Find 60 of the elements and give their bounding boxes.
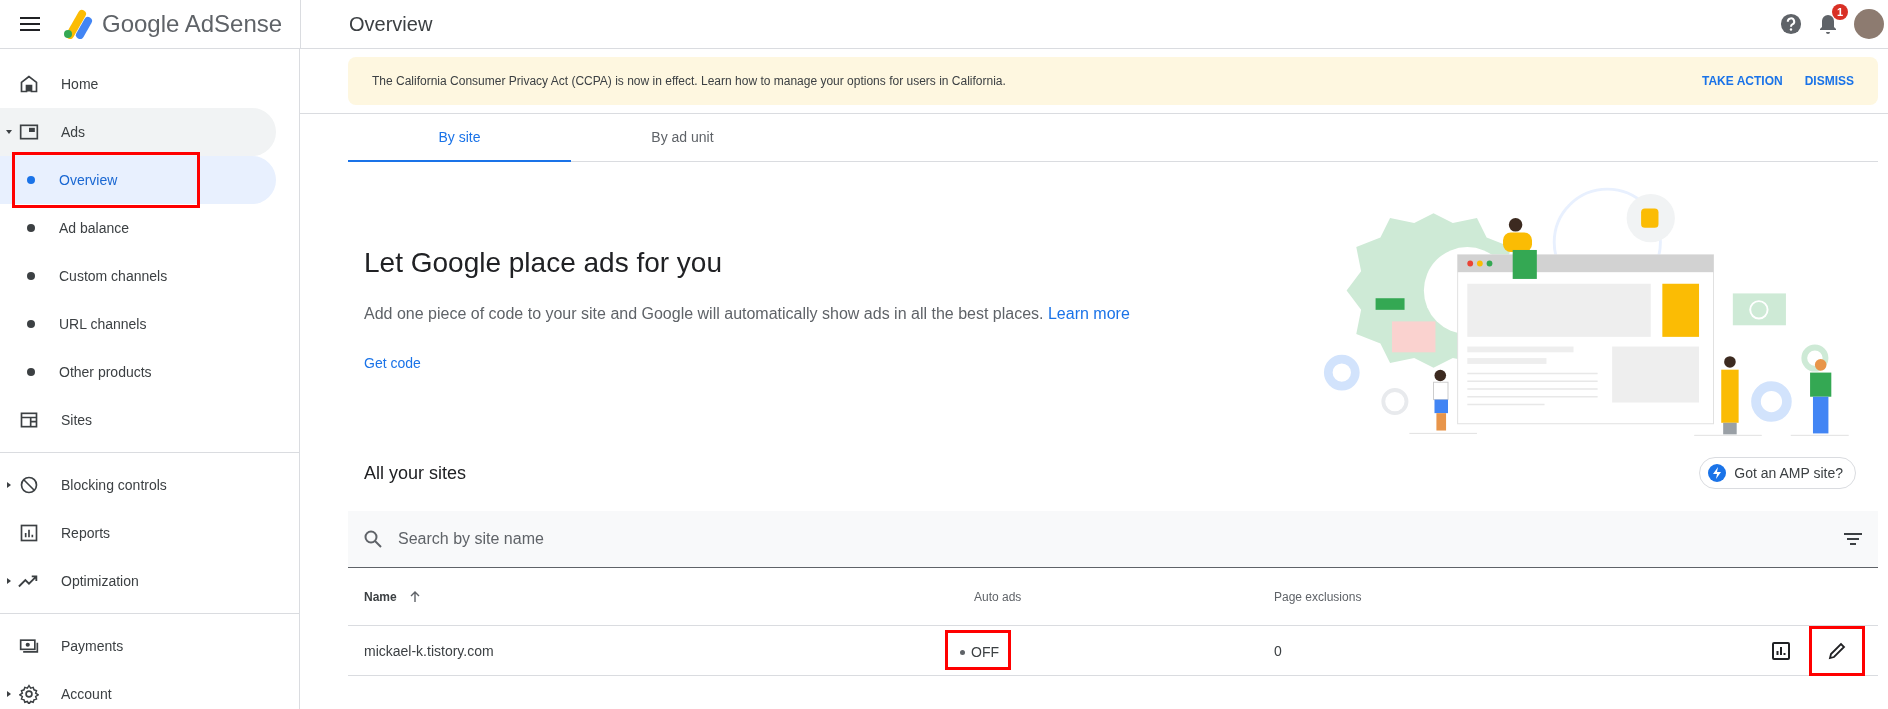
block-icon	[19, 475, 39, 495]
monitor-icon	[19, 122, 39, 142]
bullet-icon	[27, 224, 35, 232]
nav-subitem[interactable]: Other products	[0, 348, 276, 396]
layout-icon	[19, 410, 39, 430]
home-icon	[19, 74, 39, 94]
learn-more-link[interactable]: Learn more	[1047, 305, 1130, 322]
nav-subitem[interactable]: Ad balance	[0, 204, 276, 252]
nav-item[interactable]: Payments	[0, 622, 276, 670]
nav-item[interactable]: Ads	[0, 108, 276, 156]
banner-action-button[interactable]: TAKE ACTION	[1702, 74, 1783, 88]
bullet-icon	[27, 368, 35, 376]
nav-subitem[interactable]: URL channels	[0, 300, 276, 348]
pencil-icon	[1828, 642, 1846, 660]
bar-chart-icon	[19, 523, 39, 543]
bullet-icon	[27, 176, 35, 184]
column-header[interactable]: Page exclusions	[1274, 589, 1362, 604]
section-title: All your sites	[364, 462, 467, 484]
caret-icon[interactable]	[5, 578, 12, 584]
column-header[interactable]: Auto ads	[974, 589, 1022, 604]
hero-description: Add one piece of code to your site and Google will automatically show ads in all the best places. Learn more	[364, 305, 1130, 323]
column-header[interactable]: Name	[364, 589, 397, 604]
nav-item[interactable]: Reports	[0, 509, 276, 557]
avatar[interactable]	[1854, 9, 1884, 39]
product-name: Google AdSense	[102, 10, 283, 38]
get-code-link[interactable]: Get code	[364, 355, 421, 371]
bullet-icon	[27, 272, 35, 280]
lightning-icon	[1708, 464, 1727, 482]
site-name: mickael-k.tistory.com	[364, 643, 494, 659]
search-field[interactable]: Search by site name	[396, 529, 1830, 549]
sort-arrow-icon[interactable]	[408, 590, 421, 603]
caret-icon[interactable]	[5, 691, 12, 697]
cash-icon	[19, 636, 39, 656]
bullet-icon	[27, 320, 35, 328]
caret-icon[interactable]	[5, 482, 12, 488]
status-label: OFF	[960, 644, 999, 661]
menu-icon[interactable]	[20, 17, 40, 31]
nav-item[interactable]: Blocking controls	[0, 461, 276, 509]
caret-icon[interactable]	[5, 129, 12, 135]
help-icon[interactable]	[1780, 13, 1802, 35]
nav-item[interactable]: Home	[0, 60, 276, 108]
notification-badge: 1	[1832, 4, 1848, 20]
bar-chart-icon	[1772, 642, 1790, 660]
nav-item[interactable]: Sites	[0, 396, 276, 444]
hero-title: Let Google place ads for you	[364, 247, 723, 279]
amp-button[interactable]: Got an AMP site?	[1699, 457, 1856, 489]
nav-subitem[interactable]: Custom channels	[0, 252, 276, 300]
edit-button[interactable]	[1809, 626, 1865, 676]
filter-icon[interactable]	[1844, 533, 1862, 545]
search-icon	[364, 530, 382, 548]
nav-item[interactable]: Account	[0, 670, 276, 709]
search-bar[interactable]: Search by site name	[348, 511, 1878, 568]
banner-action-button[interactable]: DISMISS	[1804, 74, 1854, 88]
settings-icon	[19, 684, 39, 704]
tab[interactable]: By site	[348, 114, 571, 162]
page-title: Overview	[349, 12, 433, 36]
table-cell: 0	[1274, 643, 1282, 659]
nav-item[interactable]: Optimization	[0, 557, 276, 605]
notice-text: The California Consumer Privacy Act (CCPA) is now in effect. Learn how to manage your options for users in California.	[372, 74, 1007, 88]
tab[interactable]: By ad unit	[571, 114, 794, 162]
